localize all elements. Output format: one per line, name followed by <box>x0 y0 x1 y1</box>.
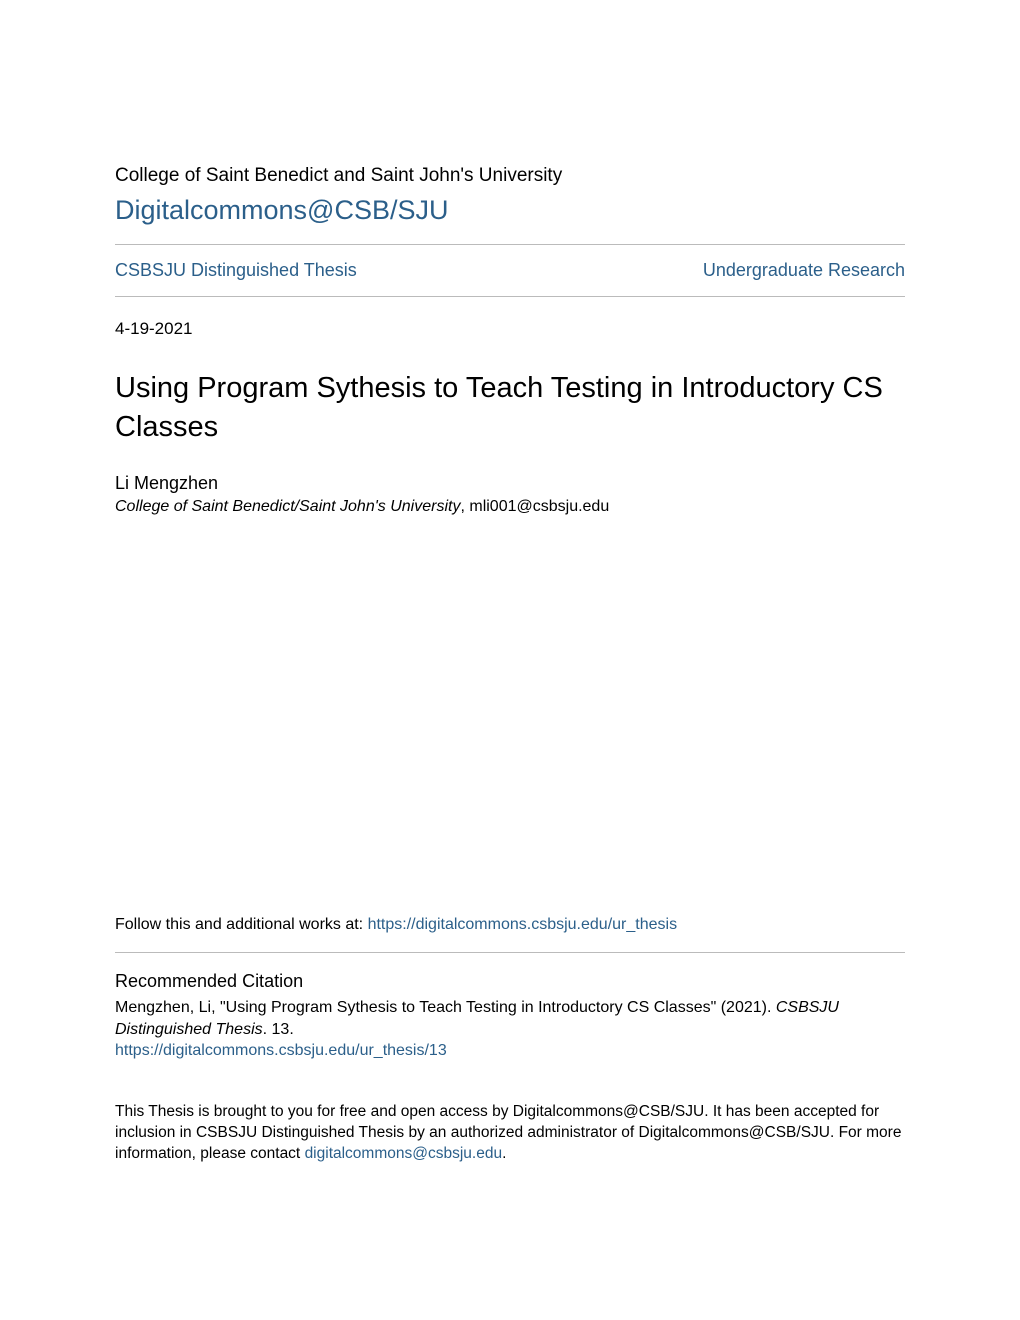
breadcrumb-nav: CSBSJU Distinguished Thesis Undergraduat… <box>115 245 905 296</box>
citation-before: Mengzhen, Li, "Using Program Sythesis to… <box>115 999 776 1016</box>
citation-after: . 13. <box>263 1021 294 1038</box>
footer-before: This Thesis is brought to you for free a… <box>115 1103 901 1162</box>
follow-link[interactable]: https://digitalcommons.csbsju.edu/ur_the… <box>368 916 677 933</box>
citation-url[interactable]: https://digitalcommons.csbsju.edu/ur_the… <box>115 1042 905 1060</box>
category-link[interactable]: Undergraduate Research <box>703 260 905 281</box>
citation-section: Recommended Citation Mengzhen, Li, "Usin… <box>115 971 905 1060</box>
paper-title: Using Program Sythesis to Teach Testing … <box>115 369 905 447</box>
collection-link[interactable]: CSBSJU Distinguished Thesis <box>115 260 357 281</box>
follow-prefix: Follow this and additional works at: <box>115 916 368 933</box>
citation-text: Mengzhen, Li, "Using Program Sythesis to… <box>115 997 905 1040</box>
author-email: , mli001@csbsju.edu <box>460 498 609 515</box>
author-name: Li Mengzhen <box>115 473 905 494</box>
follow-section: Follow this and additional works at: htt… <box>115 916 905 934</box>
divider-bottom <box>115 296 905 297</box>
footer-statement: This Thesis is brought to you for free a… <box>115 1102 905 1165</box>
author-affiliation: College of Saint Benedict/Saint John's U… <box>115 498 905 516</box>
footer-after: . <box>502 1145 506 1162</box>
institution-name: College of Saint Benedict and Saint John… <box>115 165 905 187</box>
citation-heading: Recommended Citation <box>115 971 905 992</box>
publication-date: 4-19-2021 <box>115 319 905 339</box>
repository-link[interactable]: Digitalcommons@CSB/SJU <box>115 195 905 226</box>
divider-citation <box>115 952 905 953</box>
affiliation-text: College of Saint Benedict/Saint John's U… <box>115 498 460 515</box>
contact-email-link[interactable]: digitalcommons@csbsju.edu <box>305 1145 503 1162</box>
